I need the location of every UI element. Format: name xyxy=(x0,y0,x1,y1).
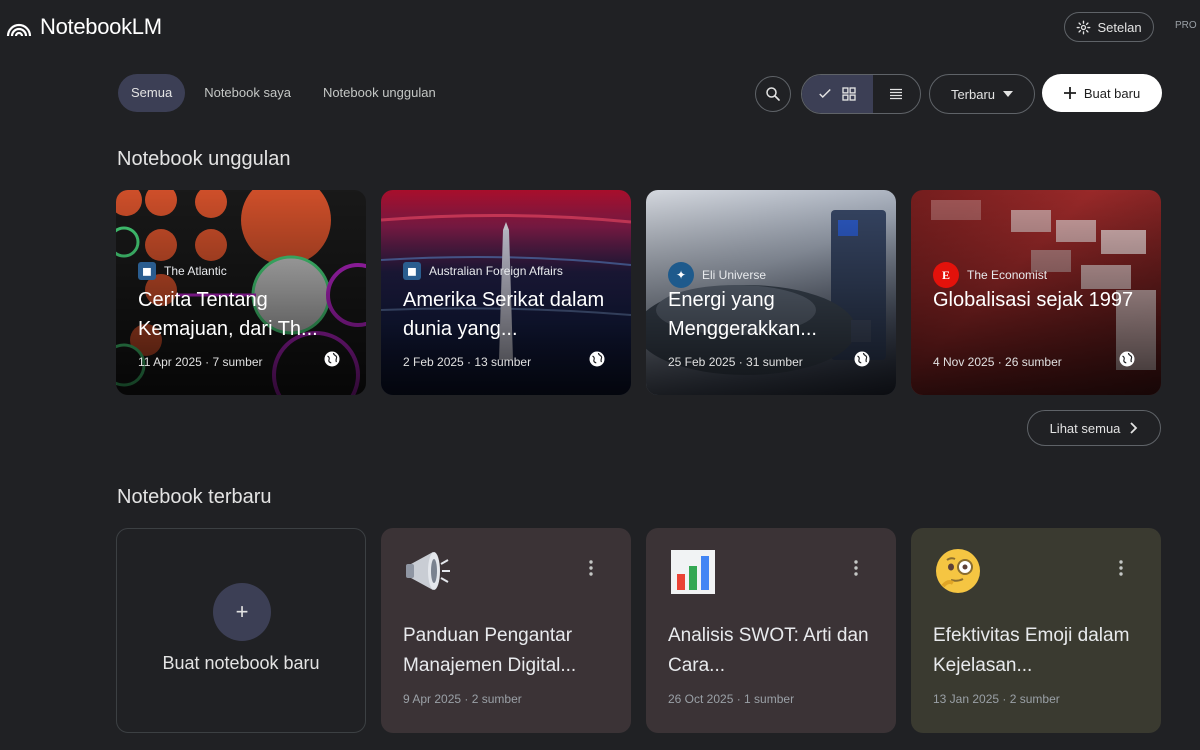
create-notebook-card[interactable]: + Buat notebook baru xyxy=(116,528,366,733)
source-logo-icon: ◼ xyxy=(403,262,421,280)
tab-all[interactable]: Semua xyxy=(118,74,186,112)
plus-icon: + xyxy=(213,583,271,641)
recent-section-title: Notebook terbaru xyxy=(117,486,272,508)
megaphone-icon xyxy=(406,552,450,590)
card-source: E The Economist xyxy=(933,262,1047,288)
list-view-button[interactable] xyxy=(873,75,920,113)
featured-card[interactable]: ◼ Australian Foreign Affairs Amerika Ser… xyxy=(381,190,631,395)
globe-icon xyxy=(324,351,340,367)
app-logo[interactable]: NotebookLM xyxy=(6,14,162,40)
card-source: ◼ The Atlantic xyxy=(138,262,227,280)
create-new-button[interactable]: Buat baru xyxy=(1042,74,1162,112)
app-name: NotebookLM xyxy=(40,14,162,39)
globe-icon xyxy=(854,351,870,367)
card-title: Cerita Tentang Kemajuan, dari Th... xyxy=(138,289,318,340)
notebook-title: Efektivitas Emoji dalam Kejelasan... xyxy=(933,625,1130,676)
chevron-right-icon xyxy=(1130,422,1138,434)
settings-label: Setelan xyxy=(1097,19,1142,35)
view-toggle xyxy=(801,74,921,114)
notebooklm-logo-icon xyxy=(6,23,32,37)
notebook-meta: 13 Jan 2025 · 2 sumber xyxy=(933,692,1060,706)
thinking-face-icon xyxy=(936,549,980,593)
check-icon xyxy=(819,88,832,99)
notebook-title: Panduan Pengantar Manajemen Digital... xyxy=(403,625,577,676)
sort-dropdown[interactable]: Terbaru xyxy=(929,74,1035,114)
grid-view-button[interactable] xyxy=(802,75,873,113)
featured-card[interactable]: ◼ The Atlantic Cerita Tentang Kemajuan, … xyxy=(116,190,366,395)
sort-label: Terbaru xyxy=(950,86,996,102)
tab-my-notebooks[interactable]: Notebook saya xyxy=(191,74,304,112)
card-source: ◼ Australian Foreign Affairs xyxy=(403,262,563,280)
see-all-button[interactable]: Lihat semua xyxy=(1027,410,1161,446)
app-header: NotebookLM Setelan PRO xyxy=(0,0,1200,56)
source-logo-icon: ✦ xyxy=(668,262,694,288)
plus-icon xyxy=(1063,87,1076,99)
search-icon xyxy=(766,87,780,101)
featured-section-title: Notebook unggulan xyxy=(117,148,291,170)
card-title: Globalisasi sejak 1997 xyxy=(933,289,1134,311)
settings-button[interactable]: Setelan xyxy=(1064,12,1154,42)
tab-featured-notebooks[interactable]: Notebook unggulan xyxy=(310,74,449,112)
list-icon xyxy=(890,88,903,100)
card-title: Amerika Serikat dalam dunia yang... xyxy=(403,289,605,340)
globe-icon xyxy=(589,351,605,367)
create-label: Buat baru xyxy=(1083,85,1141,101)
notebook-card[interactable]: Panduan Pengantar Manajemen Digital... 9… xyxy=(381,528,631,733)
card-meta: 25 Feb 2025 · 31 sumber xyxy=(668,355,803,369)
pro-badge: PRO xyxy=(1175,20,1197,31)
see-all-label: Lihat semua xyxy=(1049,420,1121,436)
filter-tabs: Semua Notebook saya Notebook unggulan xyxy=(118,74,455,112)
grid-icon xyxy=(842,87,857,101)
card-meta: 2 Feb 2025 · 13 sumber xyxy=(403,355,532,369)
create-notebook-label: Buat notebook baru xyxy=(162,653,320,673)
bar-chart-icon xyxy=(671,550,715,594)
caret-down-icon xyxy=(1003,91,1014,97)
notebook-card[interactable]: Analisis SWOT: Arti dan Cara... 26 Oct 2… xyxy=(646,528,896,733)
card-title: Energi yang Menggerakkan... xyxy=(668,289,817,340)
card-source: ✦ Eli Universe xyxy=(668,262,766,288)
more-vert-icon[interactable] xyxy=(1115,558,1127,578)
more-vert-icon[interactable] xyxy=(585,558,597,578)
notebook-meta: 26 Oct 2025 · 1 sumber xyxy=(668,692,795,706)
featured-card[interactable]: ✦ Eli Universe Energi yang Menggerakkan.… xyxy=(646,190,896,395)
card-meta: 4 Nov 2025 · 26 sumber xyxy=(933,355,1062,369)
gear-icon xyxy=(1077,20,1091,34)
featured-card[interactable]: E The Economist Globalisasi sejak 1997 4… xyxy=(911,190,1161,395)
globe-icon xyxy=(1119,351,1135,367)
notebook-meta: 9 Apr 2025 · 2 sumber xyxy=(403,692,522,706)
source-logo-icon: E xyxy=(933,262,959,288)
more-vert-icon[interactable] xyxy=(850,558,862,578)
notebook-card[interactable]: Efektivitas Emoji dalam Kejelasan... 13 … xyxy=(911,528,1161,733)
notebook-title: Analisis SWOT: Arti dan Cara... xyxy=(668,625,869,676)
source-logo-icon: ◼ xyxy=(138,262,156,280)
search-button[interactable] xyxy=(755,76,791,112)
card-meta: 11 Apr 2025 · 7 sumber xyxy=(138,355,263,369)
